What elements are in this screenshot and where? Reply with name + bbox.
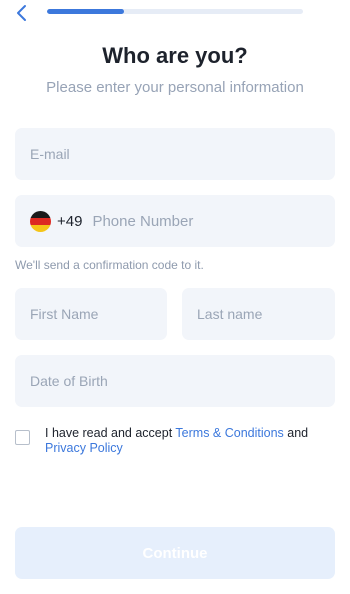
germany-flag-icon[interactable] [30, 210, 51, 232]
terms-link[interactable]: Terms & Conditions [175, 426, 283, 440]
date-of-birth-input[interactable] [30, 373, 335, 389]
consent-checkbox[interactable] [15, 430, 30, 445]
first-name-input[interactable] [30, 306, 167, 322]
phone-field[interactable]: +49 [15, 195, 335, 247]
privacy-policy-link[interactable]: Privacy Policy [45, 441, 123, 455]
page-subtitle: Please enter your personal information [46, 79, 304, 96]
phone-hint: We'll send a confirmation code to it. [15, 258, 204, 272]
chevron-left-icon [17, 5, 26, 21]
first-name-field[interactable] [15, 288, 167, 340]
continue-button[interactable]: Continue [15, 527, 335, 579]
progress-bar [47, 9, 303, 14]
consent-text-middle: and [283, 426, 309, 440]
email-input[interactable] [30, 146, 335, 162]
email-field[interactable] [15, 128, 335, 180]
phone-input[interactable] [92, 212, 335, 230]
last-name-field[interactable] [182, 288, 335, 340]
progress-fill [47, 9, 124, 14]
last-name-input[interactable] [197, 306, 335, 322]
top-bar [0, 0, 350, 26]
page-title: Who are you? [102, 43, 248, 68]
consent-text: I have read and accept Terms & Condition… [45, 426, 335, 456]
date-of-birth-field[interactable] [15, 355, 335, 407]
back-button[interactable] [10, 1, 34, 25]
country-dial-code[interactable]: +49 [57, 213, 82, 230]
consent-text-before: I have read and accept [45, 426, 176, 440]
